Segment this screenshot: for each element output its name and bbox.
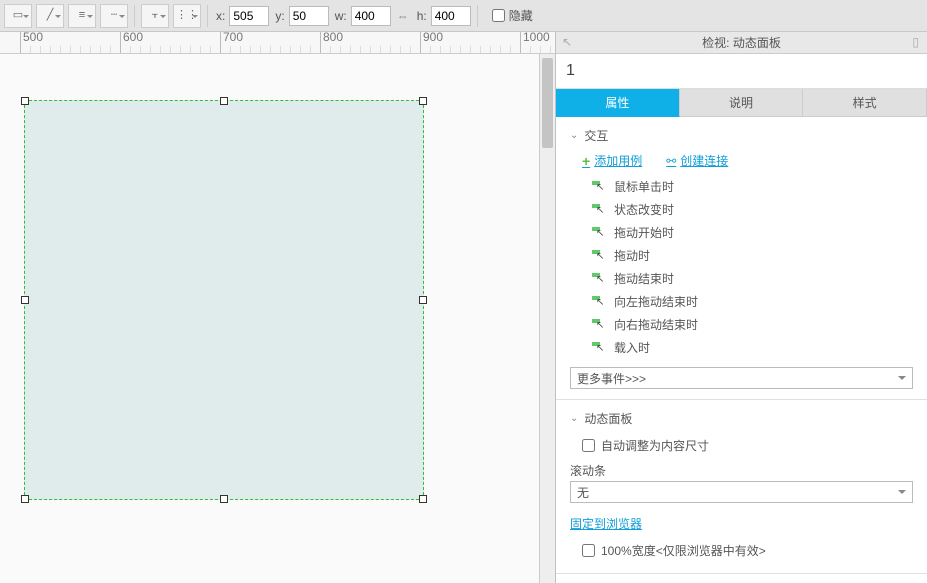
event-icon bbox=[592, 342, 606, 354]
fill-color-button[interactable]: ▭ bbox=[4, 4, 32, 28]
event-label: 鼠标单击时 bbox=[614, 178, 674, 195]
y-label: y: bbox=[275, 9, 284, 23]
w-input[interactable] bbox=[351, 6, 391, 26]
event-item[interactable]: 鼠标单击时 bbox=[592, 175, 913, 198]
resize-handle-tm[interactable] bbox=[220, 97, 228, 105]
w-label: w: bbox=[335, 9, 347, 23]
event-label: 载入时 bbox=[614, 339, 650, 356]
event-icon bbox=[592, 273, 606, 285]
more-events-select[interactable]: 更多事件>>> bbox=[570, 367, 913, 389]
x-input[interactable] bbox=[229, 6, 269, 26]
create-link[interactable]: ⚯ 创建连接 bbox=[666, 152, 728, 169]
full-width-label: 100%宽度<仅限浏览器中有效> bbox=[601, 542, 766, 559]
section-interaction: ⌄ 交互 + 添加用例 ⚯ 创建连接 鼠标单击时状态改变时拖动开始时拖动时拖动结… bbox=[556, 117, 927, 400]
event-label: 状态改变时 bbox=[614, 201, 674, 218]
y-input[interactable] bbox=[289, 6, 329, 26]
resize-handle-bl[interactable] bbox=[21, 495, 29, 503]
inspector-body: ⌄ 交互 + 添加用例 ⚯ 创建连接 鼠标单击时状态改变时拖动开始时拖动时拖动结… bbox=[556, 117, 927, 583]
h-input[interactable] bbox=[431, 6, 471, 26]
toolbar-separator bbox=[477, 5, 478, 27]
ruler-horizontal: 5006007008009001000 bbox=[0, 32, 555, 54]
toolbar-separator bbox=[134, 5, 135, 27]
state-name[interactable]: 1 bbox=[556, 54, 927, 89]
inspector-tabs: 属性 说明 样式 bbox=[556, 89, 927, 117]
tab-notes[interactable]: 说明 bbox=[680, 89, 804, 117]
link-icon: ⚯ bbox=[666, 154, 676, 168]
section-dynamic-panel-header[interactable]: ⌄ 动态面板 bbox=[556, 408, 927, 433]
event-label: 向左拖动结束时 bbox=[614, 293, 698, 310]
x-label: x: bbox=[216, 9, 225, 23]
scrollbar-select[interactable]: 无 bbox=[570, 481, 913, 503]
selected-widget[interactable] bbox=[24, 100, 424, 500]
fit-content-checkbox[interactable] bbox=[582, 439, 595, 452]
event-list: 鼠标单击时状态改变时拖动开始时拖动时拖动结束时向左拖动结束时向右拖动结束时载入时 bbox=[556, 175, 927, 359]
event-item[interactable]: 拖动结束时 bbox=[592, 267, 913, 290]
hidden-checkbox-wrap[interactable]: 隐藏 bbox=[492, 7, 533, 24]
tab-properties[interactable]: 属性 bbox=[556, 89, 680, 117]
line-style-button[interactable]: ┄ bbox=[100, 4, 128, 28]
event-item[interactable]: 向左拖动结束时 bbox=[592, 290, 913, 313]
ruler-tick: 1000 bbox=[520, 32, 550, 53]
more-events-label: 更多事件>>> bbox=[577, 370, 646, 387]
event-item[interactable]: 状态改变时 bbox=[592, 198, 913, 221]
event-item[interactable]: 载入时 bbox=[592, 336, 913, 359]
hidden-checkbox[interactable] bbox=[492, 9, 505, 22]
distribute-button[interactable]: ⋮⋮ bbox=[173, 4, 201, 28]
event-item[interactable]: 向右拖动结束时 bbox=[592, 313, 913, 336]
section-dynamic-panel-title: 动态面板 bbox=[584, 410, 632, 427]
resize-handle-ml[interactable] bbox=[21, 296, 29, 304]
resize-handle-tr[interactable] bbox=[419, 97, 427, 105]
chevron-down-icon bbox=[898, 376, 906, 384]
collapse-icon[interactable]: ↖ bbox=[562, 35, 572, 49]
event-icon bbox=[592, 250, 606, 262]
lock-aspect-icon[interactable]: ⇔ bbox=[395, 8, 411, 24]
section-interaction-header[interactable]: ⌄ 交互 bbox=[556, 125, 927, 150]
scrollbar-label: 滚动条 bbox=[556, 458, 927, 481]
canvas-area: 5006007008009001000 bbox=[0, 32, 555, 583]
canvas-scrollbar[interactable] bbox=[539, 54, 555, 583]
event-label: 向右拖动结束时 bbox=[614, 316, 698, 333]
line-width-button[interactable]: ≡ bbox=[68, 4, 96, 28]
resize-handle-mr[interactable] bbox=[419, 296, 427, 304]
inspector-panel: ↖ 检视: 动态面板 ▯ 1 属性 说明 样式 ⌄ 交互 + 添加用例 bbox=[555, 32, 927, 583]
scrollbar-thumb[interactable] bbox=[542, 58, 553, 148]
event-item[interactable]: 拖动时 bbox=[592, 244, 913, 267]
fit-content-label: 自动调整为内容尺寸 bbox=[601, 437, 709, 454]
document-icon[interactable]: ▯ bbox=[912, 35, 919, 49]
event-icon bbox=[592, 181, 606, 193]
chevron-down-icon bbox=[898, 490, 906, 498]
chevron-down-icon: ⌄ bbox=[570, 413, 578, 424]
resize-handle-bm[interactable] bbox=[220, 495, 228, 503]
event-icon bbox=[592, 204, 606, 216]
section-dynamic-panel: ⌄ 动态面板 自动调整为内容尺寸 滚动条 无 固定到浏览器 bbox=[556, 400, 927, 574]
event-item[interactable]: 拖动开始时 bbox=[592, 221, 913, 244]
toolbar: ▭ ╱ ≡ ┄ ⫟ ⋮⋮ x: y: w: ⇔ h: 隐藏 bbox=[0, 0, 927, 32]
hidden-label: 隐藏 bbox=[509, 7, 533, 24]
pin-browser-link[interactable]: 固定到浏览器 bbox=[570, 517, 642, 531]
tab-style[interactable]: 样式 bbox=[803, 89, 927, 117]
align-button[interactable]: ⫟ bbox=[141, 4, 169, 28]
resize-handle-br[interactable] bbox=[419, 495, 427, 503]
event-label: 拖动时 bbox=[614, 247, 650, 264]
event-icon bbox=[592, 227, 606, 239]
chevron-down-icon: ⌄ bbox=[570, 130, 578, 141]
line-color-button[interactable]: ╱ bbox=[36, 4, 64, 28]
plus-icon: + bbox=[582, 153, 590, 169]
canvas[interactable] bbox=[0, 54, 555, 583]
scrollbar-value: 无 bbox=[577, 484, 589, 501]
add-case-label: 添加用例 bbox=[594, 152, 642, 169]
toolbar-separator bbox=[207, 5, 208, 27]
event-icon bbox=[592, 319, 606, 331]
inspector-header: ↖ 检视: 动态面板 ▯ bbox=[556, 32, 927, 54]
h-label: h: bbox=[417, 9, 427, 23]
event-label: 拖动开始时 bbox=[614, 224, 674, 241]
inspector-title: 检视: 动态面板 bbox=[702, 34, 781, 51]
section-interaction-title: 交互 bbox=[584, 127, 608, 144]
create-link-label: 创建连接 bbox=[680, 152, 728, 169]
event-icon bbox=[592, 296, 606, 308]
resize-handle-tl[interactable] bbox=[21, 97, 29, 105]
add-case-link[interactable]: + 添加用例 bbox=[582, 152, 642, 169]
full-width-checkbox[interactable] bbox=[582, 544, 595, 557]
event-label: 拖动结束时 bbox=[614, 270, 674, 287]
